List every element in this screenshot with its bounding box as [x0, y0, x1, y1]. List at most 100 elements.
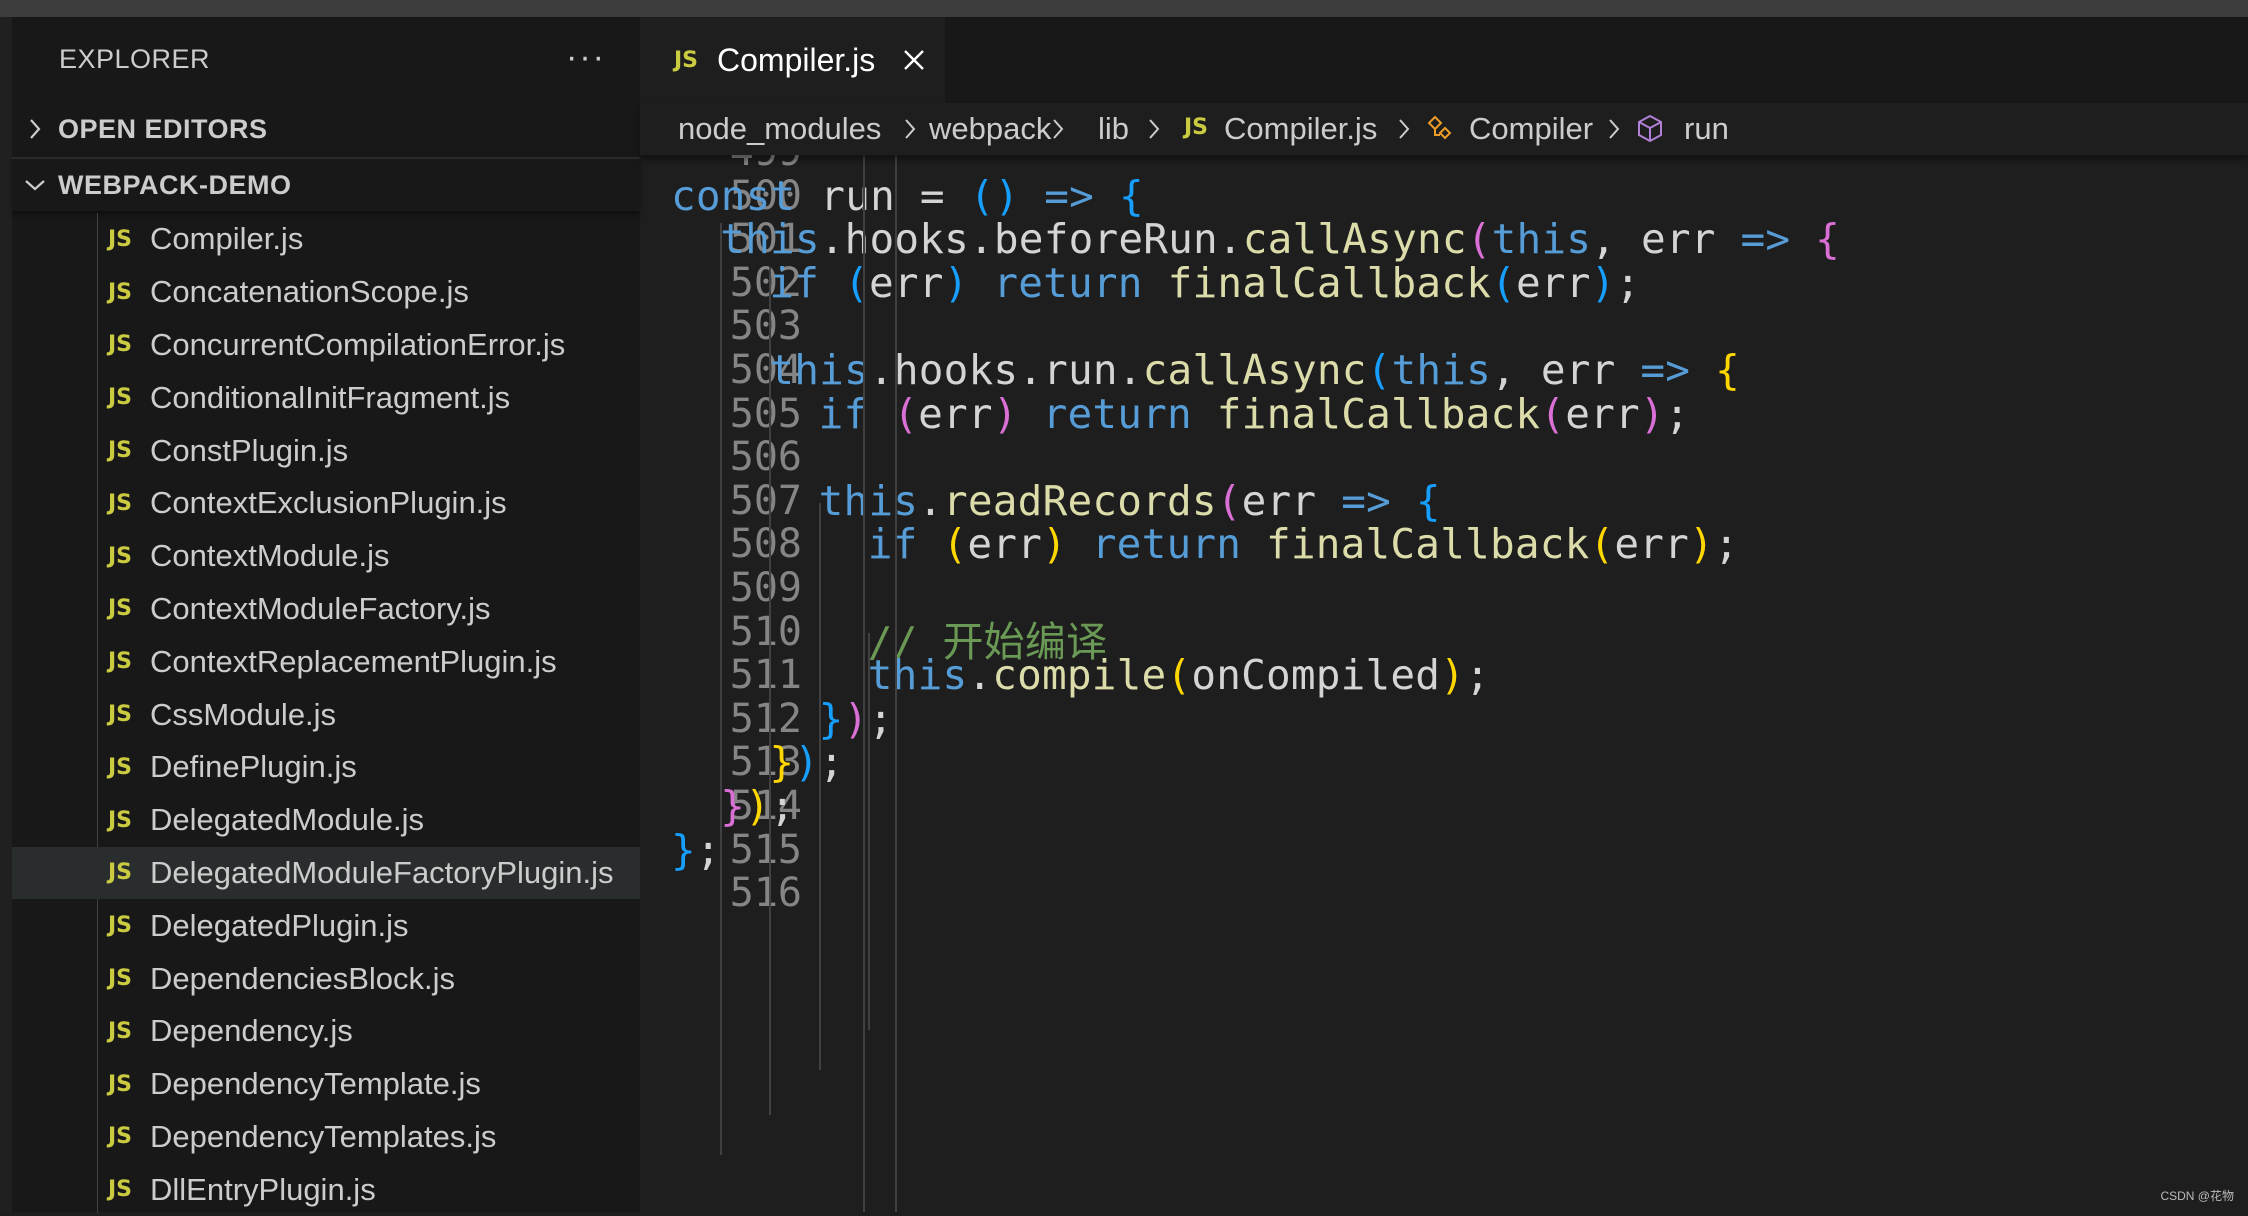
code-token: ( — [1491, 258, 1516, 307]
code-token: ; — [1465, 651, 1490, 700]
breadcrumb-lib[interactable]: lib — [1098, 111, 1129, 147]
file-item[interactable]: JS ContextExclusionPlugin.js — [12, 477, 640, 530]
sidebar-edge — [0, 17, 12, 1212]
code-token: => — [1640, 346, 1691, 394]
code-line: }); — [769, 738, 844, 786]
file-item[interactable]: JS ConstPlugin.js — [12, 424, 640, 477]
breadcrumb-webpack[interactable]: webpack — [929, 111, 1051, 147]
file-item[interactable]: JS ConcatenationScope.js — [12, 266, 640, 319]
code-token: ; — [1664, 389, 1690, 438]
code-token: ; — [769, 782, 795, 830]
code-token: ) — [794, 738, 820, 787]
code-token: ; — [819, 738, 845, 787]
code-token: ) — [1042, 520, 1067, 569]
code-token: } — [671, 825, 696, 874]
file-name: DefinePlugin.js — [150, 749, 357, 785]
section-webpack-demo[interactable]: WEBPACK-DEMO — [12, 157, 640, 211]
js-file-icon: JS — [108, 1018, 133, 1044]
file-item[interactable]: JS DllEntryPlugin.js — [12, 1163, 640, 1216]
file-item[interactable]: JS DelegatedPlugin.js — [12, 899, 640, 952]
chevron-right-icon — [1149, 119, 1160, 139]
watermark: CSDN @花物 — [2160, 1189, 2234, 1203]
title-bar — [0, 0, 2248, 17]
js-file-icon: JS — [108, 385, 133, 411]
file-item[interactable]: JS DefinePlugin.js — [12, 741, 640, 794]
code-token: ) — [1689, 520, 1714, 569]
js-file-icon: JS — [108, 1071, 133, 1097]
code-token: .hooks.beforeRun. — [819, 215, 1243, 264]
file-item[interactable]: JS Dependency.js — [12, 1005, 640, 1058]
file-item[interactable]: JS DependencyTemplates.js — [12, 1111, 640, 1164]
tab-compiler-js[interactable]: JS Compiler.js — [640, 17, 945, 103]
code-token: this — [1391, 346, 1492, 394]
indent-guide — [863, 155, 865, 1212]
more-actions-button[interactable]: ··· — [566, 38, 606, 77]
js-file-icon: JS — [108, 966, 133, 992]
breadcrumb-node-modules[interactable]: node_modules — [678, 111, 881, 147]
file-name: ConcatenationScope.js — [150, 274, 469, 310]
code-token: callAsync — [1242, 215, 1467, 264]
js-file-icon: JS — [108, 490, 133, 516]
code-token: } — [818, 694, 844, 743]
code-token: onCompiled — [1191, 651, 1441, 700]
file-item[interactable]: JS Compiler.js — [12, 213, 640, 266]
breadcrumb-class-compiler[interactable]: Compiler — [1469, 111, 1593, 147]
symbol-method-icon — [1634, 113, 1666, 153]
code-token: readRecords — [943, 476, 1217, 525]
code-editor[interactable]: 499500const run = () => {501this.hooks.b… — [640, 155, 2248, 1212]
file-item[interactable]: JS DependencyTemplate.js — [12, 1058, 640, 1111]
file-item[interactable]: JS ConcurrentCompilationError.js — [12, 319, 640, 372]
code-token: ) — [1440, 651, 1466, 700]
indent-guide — [769, 267, 772, 1115]
chevron-right-icon — [905, 119, 916, 139]
code-token: ( — [1166, 651, 1192, 700]
code-token: ( — [1540, 389, 1566, 438]
file-item[interactable]: JS ContextModule.js — [12, 530, 640, 583]
code-token: { — [1815, 215, 1841, 264]
js-file-icon: JS — [108, 226, 133, 252]
breadcrumb-method-run[interactable]: run — [1684, 111, 1729, 147]
code-token: err — [1515, 258, 1591, 307]
file-tree: JS Compiler.js JS ConcatenationScope.js JS Co… — [12, 213, 640, 1216]
code-token: , err — [1591, 215, 1741, 264]
code-token: const — [671, 171, 796, 220]
breadcrumb-compiler-js[interactable]: Compiler.js — [1224, 111, 1377, 147]
code-token: } — [769, 738, 795, 787]
section-open-editors[interactable]: OPEN EDITORS — [12, 103, 640, 155]
chevron-down-icon — [12, 159, 58, 211]
file-item[interactable]: JS DependenciesBlock.js — [12, 952, 640, 1005]
js-file-icon: JS — [108, 332, 133, 358]
code-line: const run = () => { — [671, 172, 1144, 220]
code-line: this.hooks.run.callAsync(this, err => { — [769, 346, 1740, 394]
code-token: this — [1491, 215, 1592, 264]
file-name: ContextModuleFactory.js — [150, 590, 491, 626]
file-item[interactable]: JS ContextModuleFactory.js — [12, 583, 640, 636]
js-file-icon: JS — [108, 702, 133, 728]
code-token: return — [1042, 389, 1192, 438]
code-token: .hooks.run. — [868, 346, 1143, 394]
code-token: return — [993, 258, 1143, 307]
file-item[interactable]: JS ConditionalInitFragment.js — [12, 371, 640, 424]
file-item[interactable]: JS ContextReplacementPlugin.js — [12, 635, 640, 688]
code-token: err — [1614, 520, 1690, 569]
code-token: this — [867, 651, 968, 700]
code-token: ( — [942, 520, 968, 569]
code-token: finalCallback — [1167, 258, 1492, 307]
code-line: }); — [819, 695, 894, 743]
js-file-icon: JS — [1184, 115, 1209, 140]
code-line: }; — [671, 826, 721, 874]
file-item[interactable]: JS DelegatedModuleFactoryPlugin.js — [12, 846, 640, 900]
file-item[interactable]: JS CssModule.js — [12, 688, 640, 741]
close-icon[interactable] — [899, 45, 929, 75]
code-token: run = — [795, 171, 970, 220]
code-line: this.hooks.beforeRun.callAsync(this, err… — [720, 215, 1840, 263]
file-item[interactable]: JS DelegatedModule.js — [12, 794, 640, 847]
file-name: DelegatedModuleFactoryPlugin.js — [150, 854, 614, 890]
